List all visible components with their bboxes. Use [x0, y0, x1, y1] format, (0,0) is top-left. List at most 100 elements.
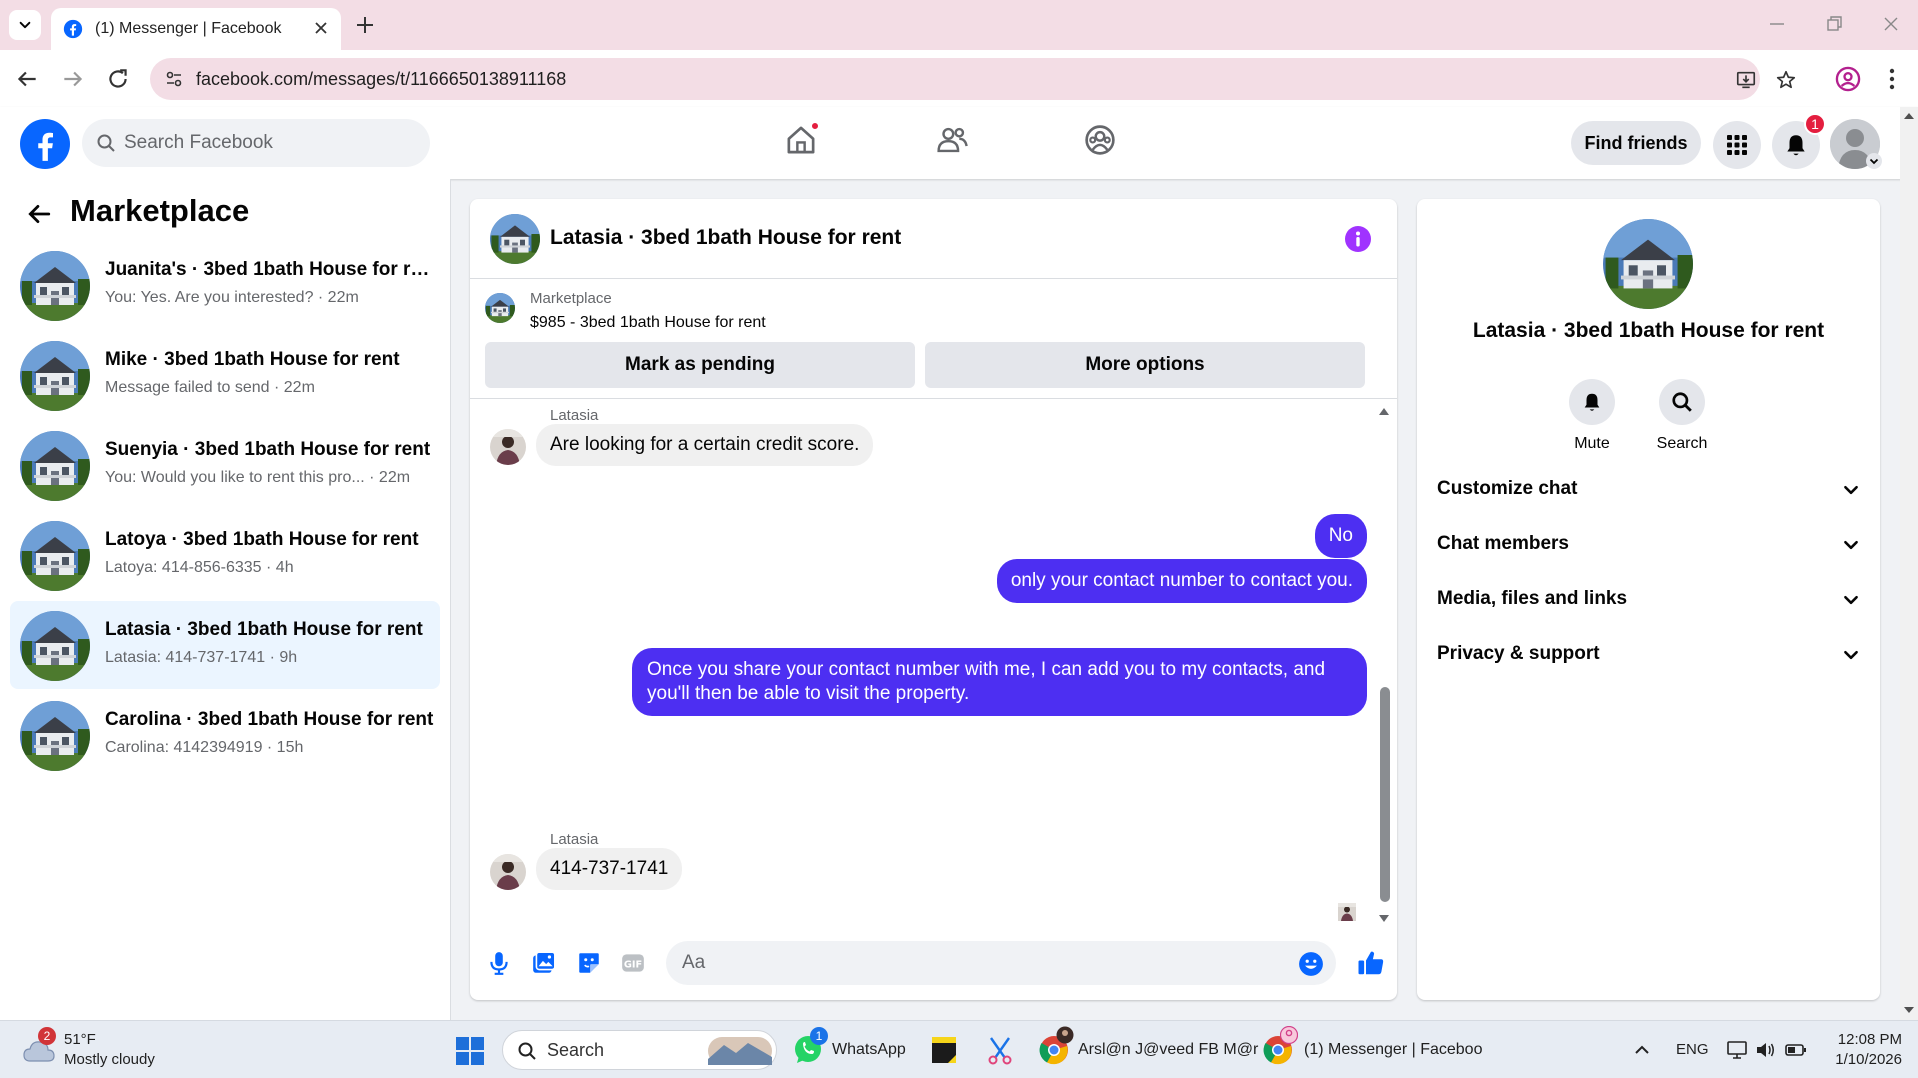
battery-icon[interactable]	[1784, 1039, 1808, 1061]
clock-date[interactable]: 1/10/2026	[1830, 1051, 1902, 1068]
minimize-window-icon[interactable]	[1765, 12, 1789, 36]
chevron-up-icon[interactable]	[1632, 1040, 1652, 1060]
privacy-support-section[interactable]: Privacy & support	[1437, 634, 1860, 674]
thumbs-up-icon[interactable]	[1356, 948, 1386, 978]
outgoing-message[interactable]: only your contact number to contact you.	[996, 559, 1367, 603]
sidebar-title: Marketplace	[70, 193, 250, 228]
listing-thumbnail	[20, 431, 90, 501]
address-bar[interactable]: facebook.com/messages/t/1166650138911168	[150, 58, 1796, 100]
input-language[interactable]: ENG	[1676, 1041, 1709, 1058]
find-friends-button[interactable]: Find friends	[1571, 121, 1701, 165]
windows-start-icon[interactable]	[455, 1036, 485, 1066]
tab-search-dropdown[interactable]	[9, 10, 41, 40]
conversation-item[interactable]: Suenyia · 3bed 1bath House for rent You:…	[10, 421, 440, 509]
bookmark-star-icon[interactable]	[1775, 69, 1797, 91]
reload-icon[interactable]	[105, 66, 131, 92]
listing-thumbnail	[20, 701, 90, 771]
chrome-window-label[interactable]: Arsl@n J@veed FB M@r	[1078, 1041, 1258, 1059]
whatsapp-label[interactable]: WhatsApp	[832, 1041, 906, 1059]
conversation-item-active[interactable]: Latasia · 3bed 1bath House for rent Lata…	[10, 601, 440, 689]
customize-chat-section[interactable]: Customize chat	[1437, 469, 1860, 509]
friends-icon[interactable]	[935, 123, 969, 157]
chat-title[interactable]: Latasia · 3bed 1bath House for rent	[550, 226, 901, 250]
volume-icon[interactable]	[1754, 1039, 1776, 1061]
browser-tab-active[interactable]: (1) Messenger | Facebook	[51, 8, 341, 50]
menu-button[interactable]	[1713, 121, 1761, 169]
page-scrollbar[interactable]	[1900, 107, 1918, 1020]
groups-icon[interactable]	[1083, 123, 1117, 157]
chrome-window-label[interactable]: (1) Messenger | Faceboo	[1304, 1041, 1482, 1059]
close-tab-icon[interactable]	[311, 18, 331, 38]
back-arrow-icon[interactable]	[26, 201, 52, 227]
section-label: Customize chat	[1437, 478, 1578, 499]
bell-icon	[1584, 393, 1600, 411]
chat-avatar[interactable]	[490, 214, 540, 264]
microphone-icon[interactable]	[486, 950, 512, 976]
kebab-menu-icon[interactable]	[1882, 65, 1902, 93]
conversation-name: Mike · 3bed 1bath House for rent	[105, 349, 400, 370]
browser-tab-bar: (1) Messenger | Facebook	[0, 0, 1918, 50]
incoming-message[interactable]: Are looking for a certain credit score.	[536, 424, 874, 466]
forward-arrow-icon[interactable]	[60, 66, 86, 92]
more-options-button[interactable]: More options	[925, 342, 1365, 388]
listing-price-title[interactable]: $985 - 3bed 1bath House for rent	[530, 314, 766, 332]
taskbar-search[interactable]: Search	[502, 1030, 777, 1070]
outgoing-message[interactable]: Once you share your contact number with …	[632, 648, 1367, 716]
sticky-notes-icon[interactable]	[930, 1035, 958, 1065]
facebook-favicon-icon	[63, 19, 83, 39]
photo-icon[interactable]	[531, 950, 557, 976]
account-chevron-icon[interactable]	[1866, 153, 1882, 169]
profile-icon[interactable]	[1834, 65, 1862, 93]
sender-avatar[interactable]	[490, 429, 526, 465]
close-window-icon[interactable]	[1879, 12, 1903, 36]
facebook-search-input[interactable]: Search Facebook	[82, 119, 430, 167]
message-input[interactable]: Aa	[666, 941, 1336, 985]
conversation-item[interactable]: Mike · 3bed 1bath House for rent Message…	[10, 331, 440, 419]
listing-thumbnail[interactable]	[485, 293, 515, 323]
snipping-tool-icon[interactable]	[985, 1034, 1015, 1066]
emoji-icon[interactable]	[1298, 951, 1324, 977]
facebook-header: Search Facebook Find friends 1	[0, 107, 1918, 179]
incoming-message[interactable]: 414-737-1741	[536, 848, 683, 890]
weather-alert-badge: 2	[38, 1027, 56, 1045]
outgoing-message[interactable]: No	[1314, 514, 1367, 558]
site-settings-icon[interactable]	[164, 69, 184, 89]
search-icon	[518, 1042, 536, 1060]
mute-label: Mute	[1574, 435, 1610, 452]
info-icon[interactable]	[1344, 225, 1372, 253]
mark-as-pending-button[interactable]: Mark as pending	[485, 342, 915, 388]
gif-icon[interactable]: GIF	[620, 950, 646, 976]
search-in-conversation-button[interactable]: Search	[1642, 379, 1722, 453]
conversation-preview: You: Yes. Are you interested? · 22m	[105, 289, 359, 306]
new-tab-icon[interactable]	[352, 12, 378, 38]
whatsapp-badge: 1	[810, 1027, 828, 1045]
clock-time[interactable]: 12:08 PM	[1830, 1031, 1902, 1048]
weather-description[interactable]: Mostly cloudy	[64, 1051, 155, 1068]
section-label: Media, files and links	[1437, 588, 1628, 609]
chevron-down-icon	[1842, 591, 1860, 609]
conversation-item[interactable]: Juanita's · 3bed 1bath House for rent Yo…	[10, 241, 440, 329]
conversation-item[interactable]: Carolina · 3bed 1bath House for rent Car…	[10, 691, 440, 779]
conversation-item[interactable]: Latoya · 3bed 1bath House for rent Latoy…	[10, 511, 440, 599]
install-app-icon[interactable]	[1735, 69, 1757, 91]
chat-members-section[interactable]: Chat members	[1437, 524, 1860, 564]
temperature[interactable]: 51°F	[64, 1031, 96, 1048]
media-files-links-section[interactable]: Media, files and links	[1437, 579, 1860, 619]
marketplace-label: Marketplace	[530, 290, 612, 307]
conversation-avatar[interactable]	[1603, 219, 1693, 309]
svg-text:GIF: GIF	[624, 959, 642, 970]
sticker-icon[interactable]	[576, 950, 602, 976]
back-arrow-icon[interactable]	[14, 66, 40, 92]
conversation-name: Latasia · 3bed 1bath House for rent	[105, 619, 423, 640]
restore-window-icon[interactable]	[1822, 12, 1846, 36]
mute-button[interactable]: Mute	[1552, 379, 1632, 453]
scrollbar-thumb[interactable]	[1380, 687, 1390, 902]
facebook-logo-icon[interactable]	[20, 119, 70, 169]
sender-avatar[interactable]	[490, 854, 526, 890]
conversation-preview: Latoya: 414-856-6335 · 4h	[105, 559, 294, 576]
chevron-down-icon	[18, 18, 32, 32]
network-icon[interactable]	[1726, 1039, 1748, 1061]
bell-icon	[1787, 135, 1805, 156]
message-input-placeholder: Aa	[682, 952, 706, 973]
marketplace-listing-bar: Marketplace $985 - 3bed 1bath House for …	[470, 279, 1397, 399]
